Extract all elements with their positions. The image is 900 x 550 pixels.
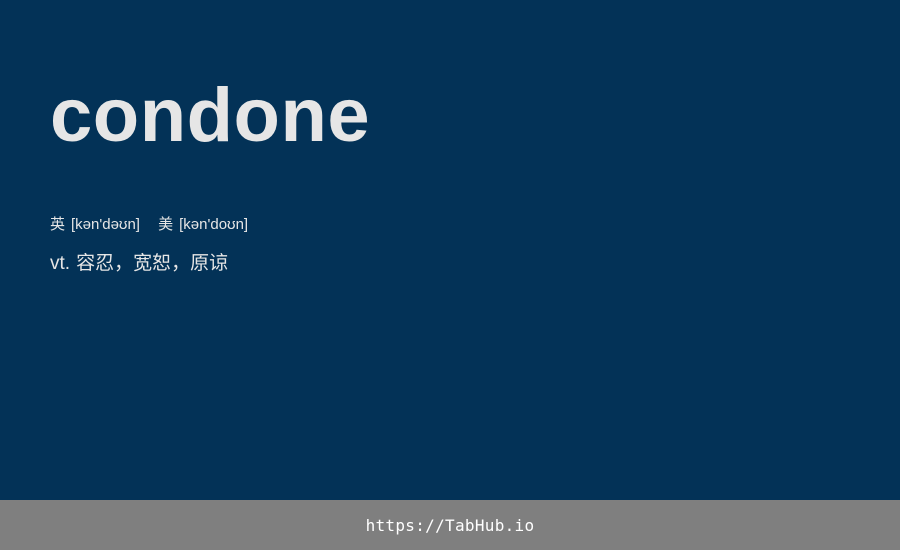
footer-bar: https://TabHub.io xyxy=(0,500,900,550)
uk-phonetic-ipa: [kən'dəʊn] xyxy=(71,216,140,233)
uk-phonetic: 英 [kən'dəʊn] xyxy=(50,213,140,234)
us-phonetic: 美 [kən'doʊn] xyxy=(158,213,248,234)
phonetics-row: 英 [kən'dəʊn] 美 [kən'doʊn] xyxy=(50,213,248,234)
headword: condone xyxy=(50,73,371,158)
uk-phonetic-label: 英 xyxy=(50,216,66,233)
us-phonetic-ipa: [kən'doʊn] xyxy=(179,216,249,233)
part-of-speech: vt. xyxy=(50,253,71,274)
footer-link[interactable]: https://TabHub.io xyxy=(366,516,535,535)
definition-meaning: 容忍，宽恕，原谅 xyxy=(76,253,229,274)
definition: vt. 容忍，宽恕，原谅 xyxy=(50,248,228,275)
word-card-page: condone 英 [kən'dəʊn] 美 [kən'doʊn] vt. 容忍，宽恕… xyxy=(0,0,900,550)
us-phonetic-label: 美 xyxy=(158,216,174,233)
